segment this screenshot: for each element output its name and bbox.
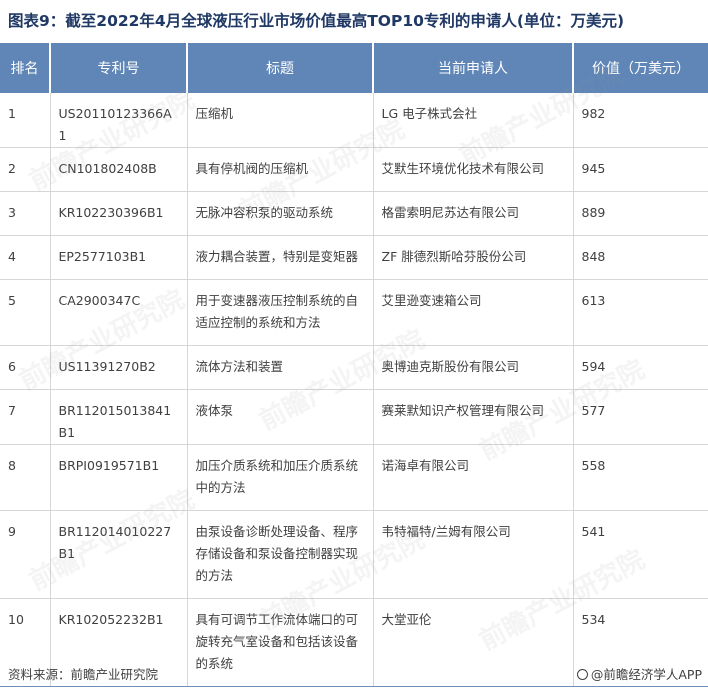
header-applicant: 当前申请人 — [372, 43, 573, 93]
cell-rank: 4 — [0, 235, 50, 280]
cell-rank: 1 — [0, 93, 50, 148]
cell-applicant: 艾里逊变速箱公司 — [372, 279, 573, 346]
table-row: 7 BR112015013841B1 液体泵 赛莱默知识产权管理有限公司 577 — [0, 389, 708, 445]
cell-applicant: LG 电子株式会社 — [372, 93, 573, 148]
cell-patent-number: BRPI0919571B1 — [49, 444, 187, 511]
cell-rank: 2 — [0, 147, 50, 192]
table-header-row: 排名 专利号 标题 当前申请人 价值（万美元） — [0, 43, 708, 93]
brand-text: @前瞻经济学人APP — [590, 667, 702, 682]
cell-patent-number: EP2577103B1 — [49, 235, 187, 280]
cell-title: 液体泵 — [186, 389, 373, 445]
cell-title: 无脉冲容积泵的驱动系统 — [186, 191, 373, 236]
cell-value: 594 — [572, 345, 708, 390]
cell-rank: 5 — [0, 279, 50, 346]
cell-applicant: ZF 腓德烈斯哈芬股份公司 — [372, 235, 573, 280]
table-row: 5 CA2900347C 用于变速器液压控制系统的自适应控制的系统和方法 艾里逊… — [0, 279, 708, 346]
source-note: 资料来源：前瞻产业研究院 — [8, 667, 159, 682]
cell-value: 613 — [572, 279, 708, 346]
cell-title: 具有停机阀的压缩机 — [186, 147, 373, 192]
cell-rank: 6 — [0, 345, 50, 390]
header-rank: 排名 — [0, 43, 50, 93]
cell-title: 液力耦合装置，特别是变矩器 — [186, 235, 373, 280]
cell-value: 848 — [572, 235, 708, 280]
cell-rank: 3 — [0, 191, 50, 236]
cell-applicant: 诺海卓有限公司 — [372, 444, 573, 511]
cell-patent-number: BR112015013841B1 — [49, 389, 187, 445]
footer: 资料来源：前瞻产业研究院 @前瞻经济学人APP — [0, 664, 708, 686]
cell-patent-number: US20110123366A1 — [49, 93, 187, 148]
cell-applicant: 奥博迪克斯股份有限公司 — [372, 345, 573, 390]
cell-value: 558 — [572, 444, 708, 511]
cell-patent-number: CA2900347C — [49, 279, 187, 346]
cell-rank: 8 — [0, 444, 50, 511]
cell-patent-number: BR112014010227B1 — [49, 510, 187, 599]
cell-applicant: 韦特福特/兰姆有限公司 — [372, 510, 573, 599]
header-title: 标题 — [186, 43, 373, 93]
cell-value: 541 — [572, 510, 708, 599]
patent-table: 排名 专利号 标题 当前申请人 价值（万美元） 1 US20110123366A… — [0, 43, 708, 687]
cell-applicant: 赛莱默知识产权管理有限公司 — [372, 389, 573, 445]
cell-title: 用于变速器液压控制系统的自适应控制的系统和方法 — [186, 279, 373, 346]
cell-title: 压缩机 — [186, 93, 373, 148]
cell-value: 982 — [572, 93, 708, 148]
cell-rank: 9 — [0, 510, 50, 599]
brand-note: @前瞻经济学人APP — [576, 664, 702, 683]
cell-patent-number: KR102230396B1 — [49, 191, 187, 236]
table-row: 3 KR102230396B1 无脉冲容积泵的驱动系统 格雷索明尼苏达有限公司 … — [0, 191, 708, 236]
table-row: 9 BR112014010227B1 由泵设备诊断处理设备、程序存储设备和泵设备… — [0, 510, 708, 599]
table-row: 1 US20110123366A1 压缩机 LG 电子株式会社 982 — [0, 93, 708, 148]
header-value: 价值（万美元） — [572, 43, 708, 93]
table-row: 4 EP2577103B1 液力耦合装置，特别是变矩器 ZF 腓德烈斯哈芬股份公… — [0, 235, 708, 280]
cell-title: 加压介质系统和加压介质系统中的方法 — [186, 444, 373, 511]
chart-title: 图表9：截至2022年4月全球液压行业市场价值最高TOP10专利的申请人(单位：… — [8, 12, 625, 30]
header-patent-number: 专利号 — [49, 43, 187, 93]
cell-value: 577 — [572, 389, 708, 445]
table-row: 2 CN101802408B 具有停机阀的压缩机 艾默生环境优化技术有限公司 9… — [0, 147, 708, 192]
cell-patent-number: US11391270B2 — [49, 345, 187, 390]
cell-applicant: 艾默生环境优化技术有限公司 — [372, 147, 573, 192]
cell-title: 由泵设备诊断处理设备、程序存储设备和泵设备控制器实现的方法 — [186, 510, 373, 599]
table-row: 8 BRPI0919571B1 加压介质系统和加压介质系统中的方法 诺海卓有限公… — [0, 444, 708, 511]
cell-patent-number: CN101802408B — [49, 147, 187, 192]
cell-applicant: 格雷索明尼苏达有限公司 — [372, 191, 573, 236]
table-row: 6 US11391270B2 流体方法和装置 奥博迪克斯股份有限公司 594 — [0, 345, 708, 390]
cell-value: 945 — [572, 147, 708, 192]
cell-value: 889 — [572, 191, 708, 236]
cell-title: 流体方法和装置 — [186, 345, 373, 390]
brand-logo-icon — [576, 669, 588, 680]
cell-rank: 7 — [0, 389, 50, 445]
